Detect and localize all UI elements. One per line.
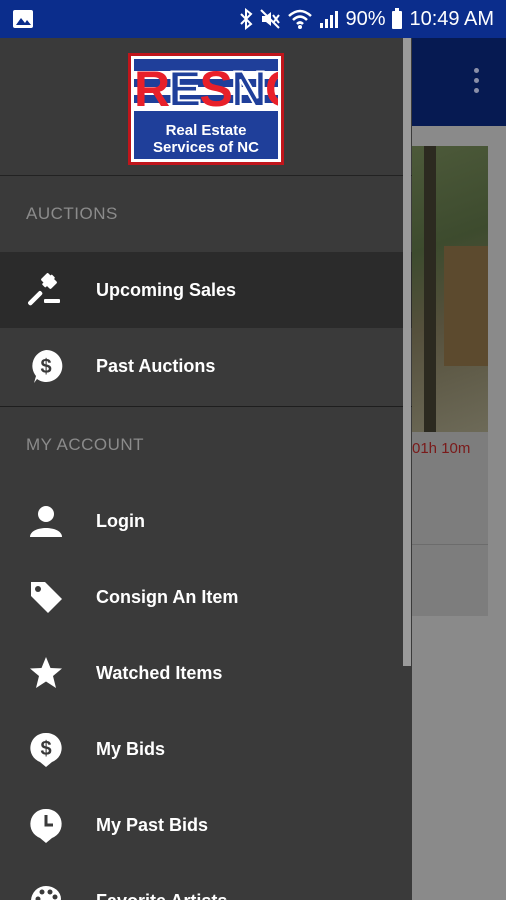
star-icon xyxy=(0,655,96,691)
battery-icon xyxy=(391,8,403,30)
logo-caption: Real Estate Services of NC xyxy=(134,119,278,159)
image-notification-icon xyxy=(12,9,34,29)
menu-item-upcoming-sales[interactable]: Upcoming Sales xyxy=(0,252,412,328)
gavel-icon xyxy=(0,272,96,308)
signal-icon xyxy=(319,9,339,29)
menu-item-label: My Bids xyxy=(96,738,166,759)
resnc-logo: RESNC Real Estate Services of NC xyxy=(128,53,284,165)
navigation-drawer: RESNC Real Estate Services of NC AUCTION… xyxy=(0,38,412,900)
wifi-icon xyxy=(287,8,313,30)
person-icon xyxy=(0,503,96,539)
countdown-text: 01h 10m xyxy=(412,440,471,457)
status-bar: 90% 10:49 AM xyxy=(0,0,506,38)
menu-item-past-auctions[interactable]: $ Past Auctions xyxy=(0,328,412,404)
clock-time: 10:49 AM xyxy=(409,7,494,30)
drawer-scrollbar[interactable] xyxy=(403,38,411,666)
menu-item-favorite-artists[interactable]: Favorite Artists xyxy=(0,863,412,900)
menu-item-label: Favorite Artists xyxy=(96,891,227,900)
menu-item-label: My Past Bids xyxy=(96,814,209,835)
menu-item-watched-items[interactable]: Watched Items xyxy=(0,635,412,711)
menu-item-my-past-bids[interactable]: My Past Bids xyxy=(0,787,412,863)
section-title-auctions: AUCTIONS xyxy=(26,204,118,223)
tag-icon xyxy=(0,579,96,615)
menu-item-label: Login xyxy=(96,510,145,531)
menu-item-login[interactable]: Login xyxy=(0,483,412,559)
menu-item-label: Watched Items xyxy=(96,662,223,683)
battery-percent: 90% xyxy=(345,7,386,30)
menu-item-label: Past Auctions xyxy=(96,355,216,376)
menu-item-label: Upcoming Sales xyxy=(96,279,237,300)
dollar-bubble-icon: $ xyxy=(0,731,96,767)
dollar-bubble-icon: $ xyxy=(0,348,96,384)
property-photo xyxy=(404,146,488,432)
svg-text:$: $ xyxy=(40,356,51,378)
auction-card: 01h 10m xyxy=(404,146,488,582)
overflow-menu-icon xyxy=(472,68,480,96)
auction-card-secondary xyxy=(404,544,488,616)
menu-item-label: Consign An Item xyxy=(96,586,239,607)
menu-item-my-bids[interactable]: $ My Bids xyxy=(0,711,412,787)
section-title-my-account: MY ACCOUNT xyxy=(26,435,145,454)
palette-icon xyxy=(0,883,96,900)
drawer-header: RESNC Real Estate Services of NC xyxy=(0,38,412,176)
logo-letters: RESNC xyxy=(134,60,278,118)
svg-text:$: $ xyxy=(40,738,51,760)
mute-icon xyxy=(259,8,281,30)
clock-bubble-icon xyxy=(0,807,96,843)
menu-item-consign-an-item[interactable]: Consign An Item xyxy=(0,559,412,635)
bluetooth-icon xyxy=(239,8,253,30)
